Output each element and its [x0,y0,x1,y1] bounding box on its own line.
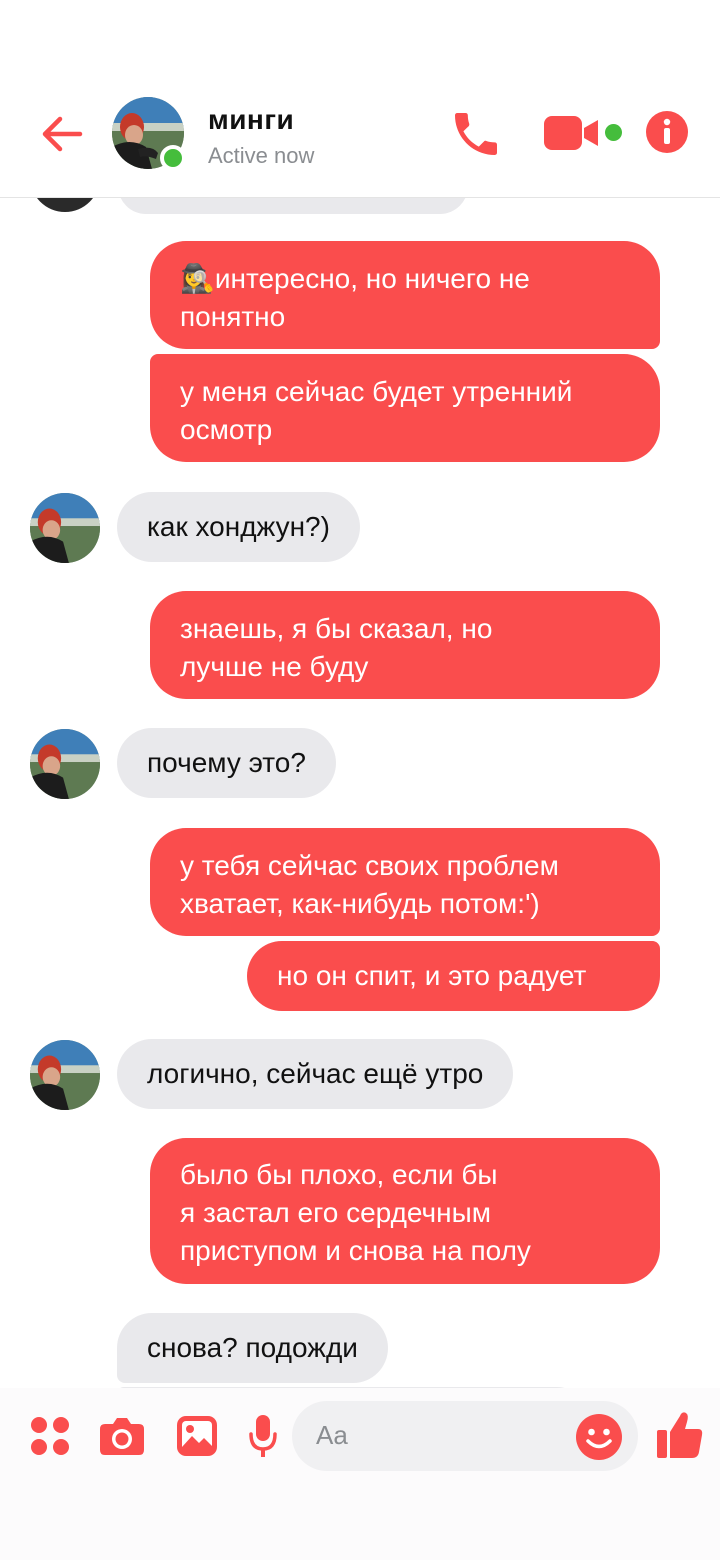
outgoing-message[interactable]: у меня сейчас будет утренний осмотр [150,354,660,462]
contact-avatar-small[interactable] [30,1040,100,1110]
chat-avatar [30,198,100,212]
contact-avatar[interactable] [112,97,186,171]
conversation-info-button[interactable] [645,110,689,154]
incoming-message[interactable]: как хонджун?) [117,492,360,562]
avatar-photo [30,729,100,799]
outgoing-message[interactable]: было бы плохо, если бы я застал его серд… [150,1138,660,1284]
message-input-box[interactable] [292,1401,638,1471]
gallery-button[interactable] [176,1415,218,1457]
avatar-photo [30,493,100,563]
image-icon [177,1416,217,1456]
four-dots-icon [31,1417,69,1455]
online-status-dot [160,145,186,171]
camera-button[interactable] [99,1416,145,1456]
contact-avatar-small[interactable] [30,729,100,799]
incoming-bubble-partial [118,198,468,214]
phone-icon [455,113,497,155]
chat-header: минги Active now [0,0,720,198]
thumbs-up-icon [657,1412,703,1458]
active-status: Active now [208,143,315,168]
arrow-left-icon [42,116,83,152]
avatar-photo [30,1040,100,1110]
back-button[interactable] [38,110,86,158]
video-active-dot [605,124,622,141]
emoji-button[interactable] [575,1413,623,1461]
outgoing-message[interactable]: знаешь, я бы сказал, но лучше не буду [150,591,660,699]
message-composer [0,1388,720,1560]
outgoing-message[interactable]: у тебя сейчас своих проблем хватает, как… [150,828,660,936]
outgoing-message[interactable]: но он спит, и это радует [247,941,660,1011]
camera-icon [100,1418,144,1455]
message-list[interactable]: 🕵️‍♀️интересно, но ничего не понятно у м… [0,198,720,1388]
contact-avatar-small[interactable] [30,493,100,563]
voice-call-button[interactable] [448,106,504,162]
outgoing-message[interactable]: 🕵️‍♀️интересно, но ничего не понятно [150,241,660,349]
smiley-icon [576,1414,622,1460]
video-call-button[interactable] [544,114,602,152]
like-button[interactable] [656,1410,704,1460]
video-camera-icon [544,116,598,150]
message-input[interactable] [316,1420,556,1451]
apps-button[interactable] [30,1416,70,1456]
incoming-message[interactable]: логично, сейчас ещё утро [117,1039,514,1109]
incoming-message[interactable]: снова? подожди [117,1313,388,1383]
incoming-message[interactable]: почему это? [117,728,336,798]
microphone-icon [249,1415,277,1457]
contact-name[interactable]: минги [208,104,294,136]
voice-message-button[interactable] [248,1414,278,1460]
info-icon [646,111,688,153]
